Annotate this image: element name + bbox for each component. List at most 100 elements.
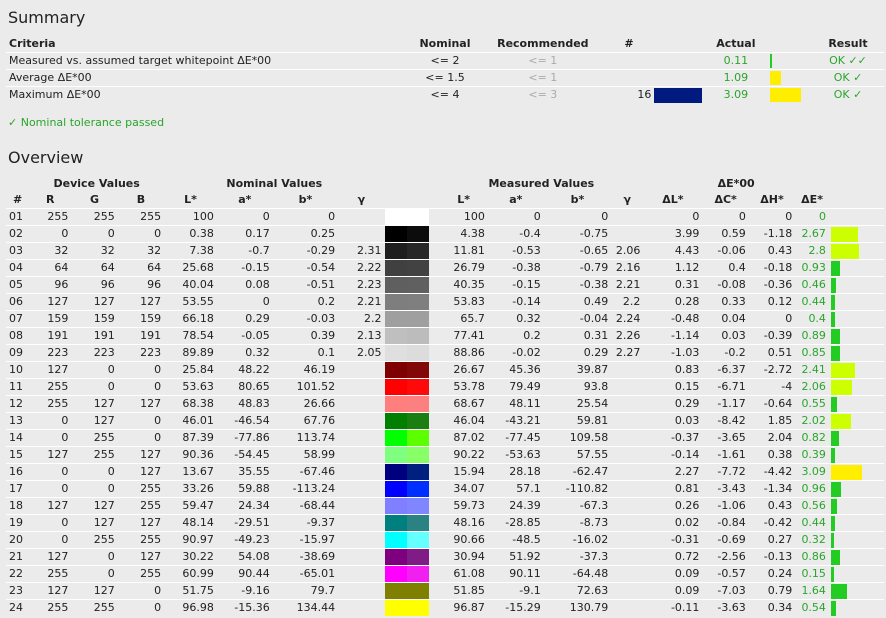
cell-gam [338,514,385,532]
nominal-swatch [384,209,407,225]
cell-mL: 53.78 [439,378,488,396]
cell-mg [611,480,644,498]
measured-swatch [406,379,429,395]
cell-L: 46.01 [164,412,217,430]
cell-b: 255 [117,531,165,549]
sample-number-cell [603,69,655,87]
cell-L: 96.98 [164,599,217,616]
result-cell: OK ✓ [812,69,884,87]
swatch-cell [384,497,440,515]
cell-dE: 0.56 [795,497,829,515]
cell-dH: 0.43 [748,497,796,515]
cell-g: 0 [71,378,118,396]
cell-dL: 0.26 [643,497,703,515]
cell-dC: -7.72 [702,463,749,481]
de-bar-cell [828,548,884,566]
de-bar [830,600,836,616]
cell-g: 127 [71,395,118,413]
cell-mg [611,463,644,481]
sample-swatch [654,71,702,86]
cell-r: 96 [29,276,72,294]
cell-dC: -0.08 [702,276,749,294]
cell-g: 191 [71,327,118,345]
cell-b: 127 [117,395,165,413]
cell-g: 64 [71,259,118,277]
result-cell: OK ✓✓ [812,52,884,70]
cell-L: 51.75 [164,582,217,600]
measured-swatch [406,396,429,412]
swatch-cell [384,565,440,583]
cell-L: 53.55 [164,293,217,311]
cell-g: 255 [71,429,118,447]
cell-L: 90.36 [164,446,217,464]
cell-b: 64 [117,259,165,277]
nominal-swatch [384,345,407,361]
cell-a: 0 [216,208,273,226]
cell-dC: -6.37 [702,361,749,379]
cell-mb: -16.02 [543,531,612,549]
sample-swatch-cell [654,69,703,87]
cell-gam: 2.05 [338,344,385,362]
cell-dE: 0.44 [795,514,829,532]
cell-mL: 46.04 [439,412,488,430]
cell-gam [338,395,385,413]
cell-g: 32 [71,242,118,260]
nominal-swatch [384,532,407,548]
cell-ma: 48.11 [487,395,544,413]
cell-r: 0 [29,514,72,532]
sample-swatch [654,54,702,69]
de-bar [830,413,851,429]
cell-a: 90.44 [216,565,273,583]
column-header: b* [570,193,585,206]
sample-swatch-cell [654,86,703,103]
cell-n: 16 [6,463,30,481]
cell-a: 0.29 [216,310,273,328]
cell-bb: -0.51 [272,276,339,294]
cell-r: 127 [29,582,72,600]
measured-swatch [406,430,429,446]
de-bar-cell [828,446,884,464]
table-row: 19 0 127 127 48.14 -29.51 -9.37 48.16 -28.85 -8.7… [6,514,884,532]
cell-dE: 0.93 [795,259,829,277]
cell-mL: 51.85 [439,582,488,600]
cell-dL: 4.43 [643,242,703,260]
cell-r: 0 [29,531,72,549]
actual-bar-cell [769,52,813,70]
cell-gam [338,429,385,447]
measured-values-header: Measured Values [488,177,595,190]
cell-b: 0 [117,378,165,396]
cell-a: 0.17 [216,225,273,243]
cell-r: 127 [29,497,72,515]
cell-gam [338,225,385,243]
cell-L: 0.38 [164,225,217,243]
measured-swatch [406,209,429,225]
cell-dC: -3.65 [702,429,749,447]
nominal-swatch [384,583,407,599]
cell-mb: 25.54 [543,395,612,413]
cell-mg [611,446,644,464]
cell-r: 127 [29,446,72,464]
nominal-swatch [384,396,407,412]
cell-mb: 0.49 [543,293,612,311]
de-bar [830,430,839,446]
cell-ma: 0.32 [487,310,544,328]
swatch-cell [384,582,440,600]
cell-g: 127 [71,497,118,515]
table-row: 10 127 0 0 25.84 48.22 46.19 26.67 45.36 39.87 0.8… [6,361,884,379]
cell-b: 127 [117,293,165,311]
cell-mb: 130.79 [543,599,612,616]
nominal-swatch [384,362,407,378]
cell-mb: 72.63 [543,582,612,600]
cell-mL: 4.38 [439,225,488,243]
de-bar [830,498,837,514]
cell-L: 33.26 [164,480,217,498]
cell-bb: 0.1 [272,344,339,362]
cell-bb: -9.37 [272,514,339,532]
cell-mL: 26.79 [439,259,488,277]
cell-mL: 90.22 [439,446,488,464]
cell-n: 15 [6,446,30,464]
cell-a: 54.08 [216,548,273,566]
cell-mL: 68.67 [439,395,488,413]
cell-mL: 61.08 [439,565,488,583]
measured-swatch [406,566,429,582]
